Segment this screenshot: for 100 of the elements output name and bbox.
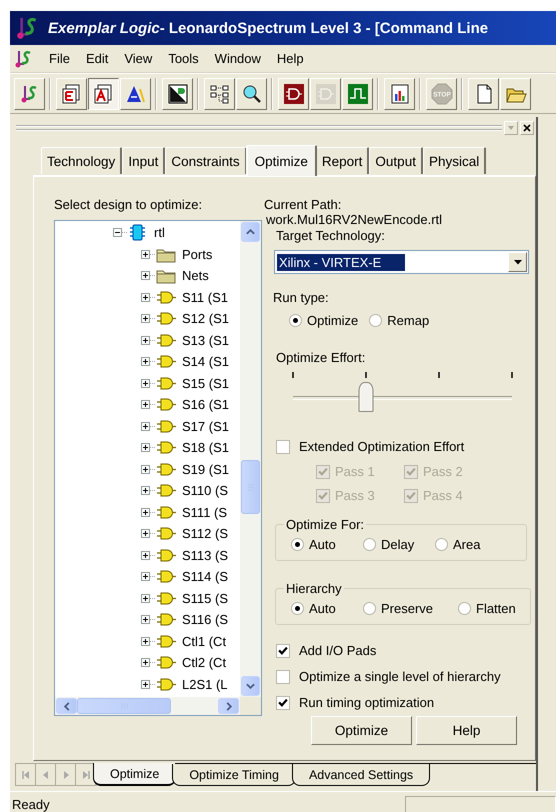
tab[interactable]: Technology (41, 147, 122, 174)
scrollbar-thumb[interactable] (241, 460, 260, 514)
tree-item[interactable]: L2S1 (L (177, 676, 229, 692)
tree-item[interactable]: S15 (S1 (177, 376, 230, 391)
scrollbar-corner (240, 697, 261, 715)
expand-icon[interactable] (141, 486, 150, 496)
close-button[interactable] (520, 121, 534, 135)
menu-item[interactable]: Window (206, 49, 269, 68)
tab[interactable]: Report (316, 147, 370, 174)
tree-item[interactable]: Ctl2 (Ct (177, 655, 228, 670)
scroll-left-button[interactable] (56, 698, 77, 714)
sheet-tab[interactable]: Advanced Settings (292, 764, 430, 786)
expand-icon[interactable] (141, 292, 150, 302)
tree-item[interactable]: S11 (S1 (177, 290, 230, 305)
tree-item[interactable]: S113 (S (177, 548, 230, 563)
menu-item[interactable]: File (41, 49, 78, 68)
expand-icon[interactable] (141, 594, 150, 603)
tree-item[interactable]: S111 (S (177, 504, 228, 520)
tree-item[interactable]: S17 (S1 (177, 418, 230, 434)
tree-item[interactable]: S112 (S (177, 526, 230, 542)
tree-item[interactable]: S13 (S1 (177, 332, 230, 348)
radio-button[interactable] (289, 314, 302, 326)
documents-icon (92, 82, 114, 104)
tree-item[interactable]: S12 (S1 (177, 311, 230, 326)
hierarchy-icon (208, 82, 230, 104)
tab[interactable]: Optimize (246, 145, 317, 176)
expand-icon[interactable] (141, 680, 150, 689)
tab[interactable]: Output (369, 147, 423, 174)
expand-icon[interactable] (141, 615, 150, 624)
radio-button[interactable] (291, 602, 304, 614)
path-text: work.Mul16RV2NewEncode.rtl (266, 213, 442, 225)
schematic-icon (166, 82, 188, 104)
gate-icon (282, 82, 304, 104)
tree-item[interactable]: Ports (177, 246, 214, 262)
checkbox[interactable] (276, 440, 290, 454)
group-title: Optimize For: (285, 517, 366, 532)
tree-item[interactable]: S116 (S (177, 612, 230, 628)
menu-item[interactable]: Help (268, 49, 312, 68)
expand-icon[interactable] (141, 314, 150, 324)
expand-icon[interactable] (141, 378, 150, 388)
expand-icon[interactable] (141, 400, 150, 410)
tab[interactable]: Constraints (165, 147, 247, 174)
menu-item[interactable]: Tools (160, 49, 207, 68)
expand-icon[interactable] (141, 443, 150, 452)
help-button[interactable]: Help (416, 716, 517, 745)
checkbox[interactable] (276, 644, 290, 658)
radio-button[interactable] (458, 602, 471, 614)
radio-button[interactable] (435, 538, 448, 550)
expand-icon[interactable] (141, 250, 150, 259)
tree-item[interactable]: Ctl1 (Ct (177, 634, 228, 649)
expand-icon[interactable] (141, 572, 150, 582)
tab[interactable]: Input (122, 147, 166, 174)
vertical-scrollbar[interactable] (240, 221, 261, 697)
radio-button[interactable] (363, 538, 376, 550)
checkbox[interactable] (276, 670, 290, 684)
menu-item[interactable]: View (116, 49, 160, 68)
tree-item[interactable]: S16 (S1 (177, 397, 230, 412)
scroll-up-button[interactable] (241, 222, 260, 242)
scroll-down-button[interactable] (241, 676, 260, 696)
expand-icon[interactable] (141, 508, 150, 517)
tree-item[interactable]: Nets (177, 268, 210, 284)
checkbox[interactable] (276, 696, 290, 710)
scrollbar-thumb[interactable] (77, 698, 171, 714)
tree-item[interactable]: S115 (S (177, 590, 230, 606)
radio-button[interactable] (363, 602, 376, 614)
expand-icon[interactable] (141, 464, 150, 474)
tree-item[interactable]: S14 (S1 (177, 354, 230, 370)
tree-item[interactable]: S114 (S (177, 569, 230, 584)
radio-button[interactable] (369, 314, 382, 326)
menu-item[interactable]: Edit (78, 49, 116, 68)
radio-label: Area (453, 536, 480, 552)
expand-icon[interactable] (141, 271, 150, 280)
sheet-tab[interactable]: Optimize Timing (172, 764, 296, 786)
collapse-icon[interactable] (113, 228, 122, 238)
expand-icon[interactable] (141, 550, 150, 560)
optimize-button[interactable]: Optimize (311, 716, 412, 745)
expand-icon[interactable] (141, 357, 150, 366)
tree-item[interactable]: S19 (S1 (177, 462, 230, 477)
group-title: Hierarchy (285, 581, 343, 596)
expand-icon[interactable] (141, 658, 150, 668)
checkbox-label: Run timing optimization (299, 695, 434, 710)
toolbar-button[interactable] (88, 78, 119, 110)
expand-icon[interactable] (141, 422, 150, 431)
close-icon (523, 124, 531, 132)
slider-thumb[interactable] (358, 382, 374, 412)
tree-item[interactable]: rtl (149, 225, 166, 240)
expand-icon[interactable] (141, 529, 150, 538)
expand-icon[interactable] (141, 336, 150, 345)
tree-item[interactable]: S110 (S (177, 483, 230, 498)
technology-dropdown[interactable]: Xilinx - VIRTEX-E (274, 250, 529, 274)
scroll-right-button[interactable] (218, 698, 239, 714)
tree-item[interactable]: S18 (S1 (177, 440, 230, 456)
tab[interactable]: Physical (422, 147, 486, 174)
sheet-tab[interactable]: Optimize (93, 763, 176, 786)
caret-icon (514, 260, 522, 264)
expand-icon[interactable] (141, 636, 150, 646)
field-label: Current Path: (264, 197, 342, 213)
horizontal-scrollbar[interactable] (55, 697, 240, 715)
chart-icon (388, 82, 410, 104)
radio-button[interactable] (291, 538, 304, 550)
